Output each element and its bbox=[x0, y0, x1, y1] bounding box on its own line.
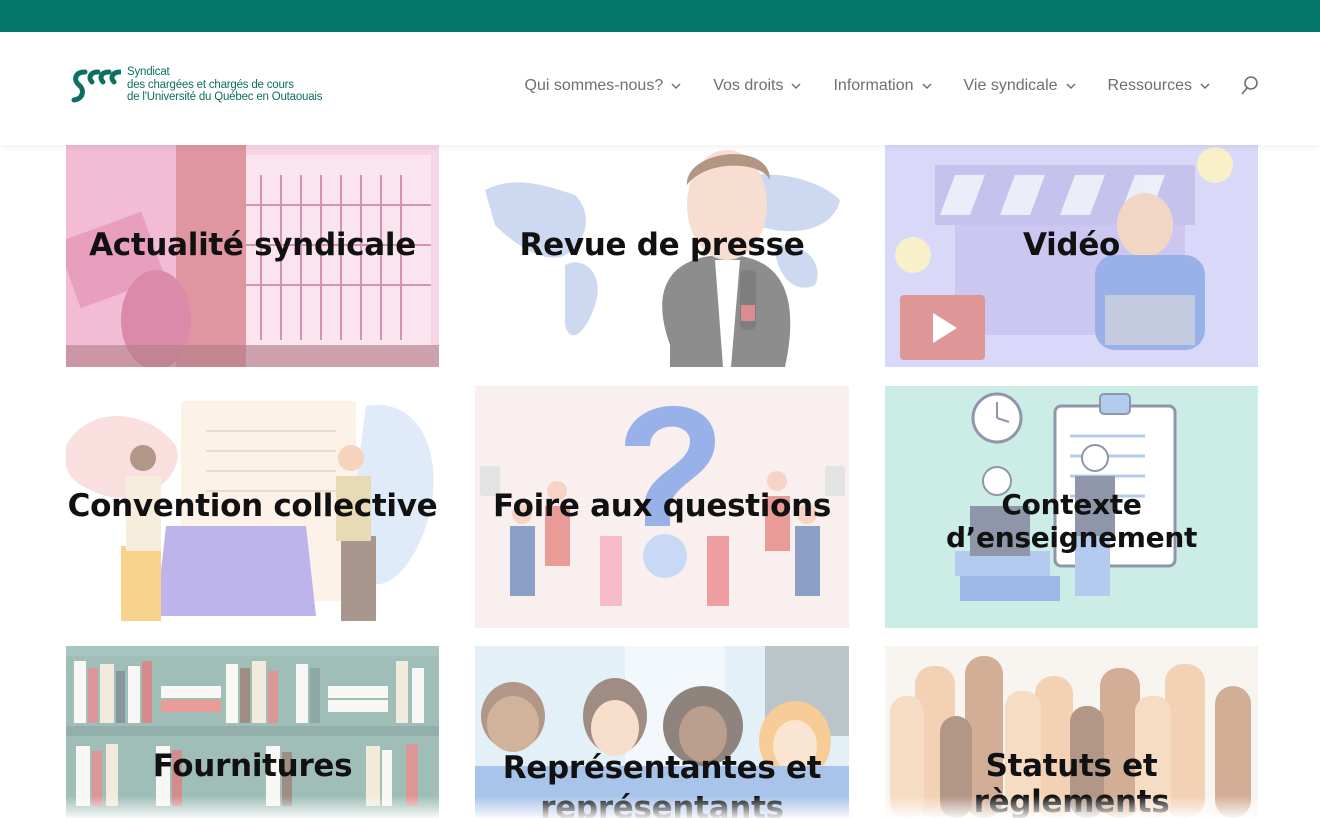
tile-video[interactable]: Vidéo bbox=[885, 145, 1258, 367]
site-logo[interactable]: Syndicat des chargées et chargés de cour… bbox=[71, 66, 323, 106]
logo-line-2: des chargées et chargés de cours bbox=[127, 78, 294, 91]
nav-item-label: Qui sommes-nous? bbox=[524, 77, 664, 94]
nav-item-information[interactable]: Information bbox=[833, 77, 932, 95]
site-header: Syndicat des chargées et chargés de cour… bbox=[0, 32, 1320, 145]
chevron-down-icon bbox=[922, 83, 932, 90]
tile-overlay bbox=[66, 646, 439, 818]
logo-text: Syndicat des chargées et chargés de cour… bbox=[127, 66, 323, 104]
tile-revue-de-presse[interactable]: Revue de presse bbox=[475, 145, 849, 367]
logo-line-3: de l'Université du Québec en Outaouais bbox=[127, 91, 323, 103]
main-nav: Qui sommes-nous? Vos droits Information … bbox=[525, 75, 1261, 97]
tile-title: Fournitures bbox=[152, 748, 353, 784]
tile-representantes[interactable]: Représentantes et représentants bbox=[475, 646, 849, 818]
tile-title: Vidéo bbox=[1022, 227, 1121, 263]
chevron-down-icon bbox=[1065, 83, 1076, 90]
search-icon[interactable] bbox=[1240, 75, 1260, 97]
nav-item-vos-droits[interactable]: Vos droits bbox=[713, 77, 802, 95]
tile-fournitures[interactable]: Fournitures bbox=[66, 646, 439, 818]
tile-title: Convention collective bbox=[67, 488, 438, 524]
tile-convention-collective[interactable]: Convention collective bbox=[66, 386, 439, 628]
chevron-down-icon bbox=[791, 83, 802, 90]
tile-contexte-enseignement[interactable]: Contexte d’enseignement bbox=[885, 386, 1258, 628]
bottom-fade bbox=[0, 796, 1320, 818]
tile-title: Actualité syndicale bbox=[89, 227, 416, 263]
nav-item-ressources[interactable]: Ressources bbox=[1108, 77, 1210, 95]
nav-item-label: Vos droits bbox=[713, 77, 784, 94]
tile-title: Foire aux questions bbox=[492, 488, 832, 524]
chevron-down-icon bbox=[671, 83, 681, 90]
top-accent-bar bbox=[0, 0, 1320, 32]
tile-title: Revue de presse bbox=[519, 227, 805, 263]
tile-statuts-reglements[interactable]: Statuts et règlements bbox=[885, 646, 1258, 818]
chevron-down-icon bbox=[1200, 83, 1210, 90]
tile-title: Contexte d’enseignement bbox=[945, 488, 1198, 554]
logo-line-1: Syndicat bbox=[127, 66, 170, 78]
nav-item-vie-syndicale[interactable]: Vie syndicale bbox=[964, 77, 1076, 95]
nav-item-label: Vie syndicale bbox=[963, 77, 1058, 94]
logo-mark-icon bbox=[71, 69, 121, 103]
nav-item-qui-sommes-nous[interactable]: Qui sommes-nous? bbox=[525, 77, 682, 95]
tile-foire-aux-questions[interactable]: Foire aux questions bbox=[475, 386, 849, 628]
nav-item-label: Information bbox=[833, 77, 914, 94]
nav-item-label: Ressources bbox=[1107, 77, 1192, 94]
tile-actualite-syndicale[interactable]: Actualité syndicale bbox=[66, 145, 439, 367]
